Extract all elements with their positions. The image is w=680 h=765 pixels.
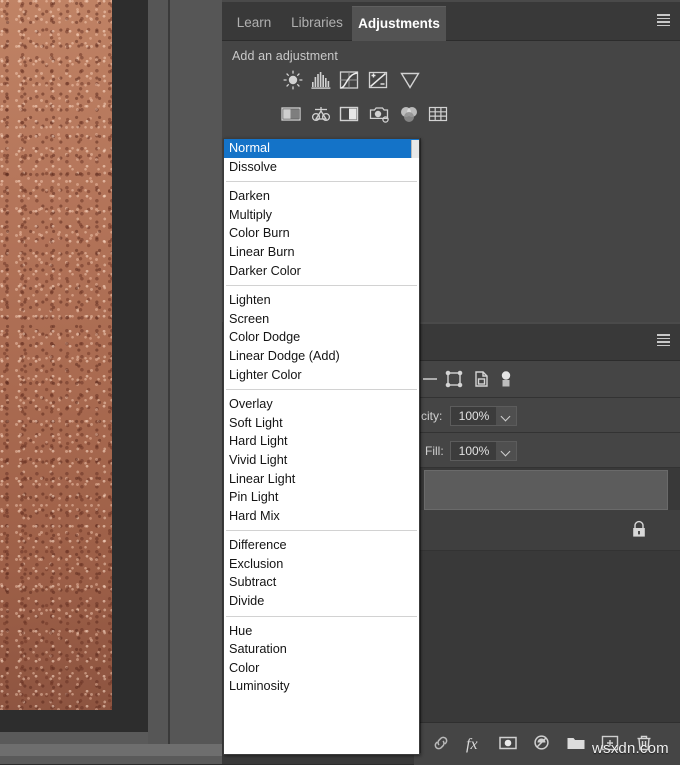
- blend-mode-option[interactable]: Hard Light: [224, 432, 419, 451]
- new-adjustment-layer-icon[interactable]: [530, 731, 554, 755]
- channel-mixer-icon[interactable]: [397, 102, 423, 126]
- table-row[interactable]: [424, 470, 668, 510]
- link-layers-icon[interactable]: [429, 731, 453, 755]
- blend-mode-option[interactable]: Difference: [224, 536, 419, 555]
- blend-mode-option[interactable]: Hue: [224, 622, 419, 641]
- blend-mode-option[interactable]: Pin Light: [224, 488, 419, 507]
- tab-learn[interactable]: Learn: [228, 6, 280, 40]
- blend-mode-option[interactable]: Linear Light: [224, 470, 419, 489]
- dropdown-scrollbar[interactable]: [411, 140, 419, 158]
- lock-image-pixels-icon[interactable]: [443, 368, 465, 390]
- left-panel-column-b: [170, 0, 222, 764]
- blend-mode-option[interactable]: Linear Dodge (Add): [224, 347, 419, 366]
- blend-mode-option[interactable]: Overlay: [224, 395, 419, 414]
- vibrance-icon[interactable]: [398, 68, 424, 92]
- add-layer-mask-icon[interactable]: [496, 731, 520, 755]
- blend-mode-separator: [226, 616, 417, 617]
- add-an-adjustment-label: Add an adjustment: [232, 49, 338, 63]
- canvas-image-terracotta-texture: [0, 0, 112, 710]
- layers-panel-menu-icon[interactable]: [654, 334, 670, 347]
- blend-mode-options[interactable]: NormalDissolveDarkenMultiplyColor BurnLi…: [224, 139, 419, 696]
- blend-mode-option[interactable]: Exclusion: [224, 555, 419, 574]
- tab-libraries[interactable]: Libraries: [284, 6, 350, 40]
- blend-mode-option[interactable]: Dissolve: [224, 158, 419, 177]
- lock-position-icon[interactable]: [470, 368, 492, 390]
- brightness-contrast-icon[interactable]: [281, 68, 307, 92]
- blend-mode-separator: [226, 530, 417, 531]
- fill-value-input[interactable]: 100%: [450, 441, 498, 461]
- color-balance-icon[interactable]: [309, 102, 335, 126]
- blend-mode-option[interactable]: Divide: [224, 592, 419, 611]
- blend-mode-dropdown-list[interactable]: NormalDissolveDarkenMultiplyColor BurnLi…: [223, 138, 420, 755]
- blend-mode-option[interactable]: Linear Burn: [224, 243, 419, 262]
- blend-mode-option[interactable]: Color Dodge: [224, 328, 419, 347]
- blend-mode-option[interactable]: Normal: [224, 139, 419, 158]
- blend-mode-separator: [226, 285, 417, 286]
- exposure-icon[interactable]: [366, 68, 392, 92]
- blend-mode-option[interactable]: Hard Mix: [224, 507, 419, 526]
- blend-mode-option[interactable]: Multiply: [224, 206, 419, 225]
- tab-adjustments[interactable]: Adjustments: [352, 6, 446, 41]
- blend-mode-option[interactable]: Darken: [224, 187, 419, 206]
- hue-saturation-icon[interactable]: [279, 102, 305, 126]
- document-canvas-area: [0, 0, 148, 744]
- curves-icon[interactable]: [337, 68, 363, 92]
- blend-mode-option[interactable]: Screen: [224, 310, 419, 329]
- layers-panel-tab-strip: [414, 324, 680, 361]
- layers-list-empty-area: [414, 551, 680, 722]
- left-panel-column-a: [148, 0, 168, 764]
- opacity-value-input[interactable]: 100%: [450, 406, 498, 426]
- blend-mode-option[interactable]: Luminosity: [224, 677, 419, 696]
- black-and-white-icon[interactable]: [337, 102, 363, 126]
- blend-mode-option[interactable]: Vivid Light: [224, 451, 419, 470]
- fill-label: Fill:: [425, 444, 444, 458]
- photo-filter-icon[interactable]: [367, 102, 393, 126]
- blend-mode-option[interactable]: Lighter Color: [224, 366, 419, 385]
- layer-style-fx-icon[interactable]: fx: [462, 731, 486, 755]
- tab-bar-top-highlight: [222, 0, 680, 2]
- blend-mode-option[interactable]: Lighten: [224, 291, 419, 310]
- blend-mode-option[interactable]: Soft Light: [224, 414, 419, 433]
- blend-mode-option[interactable]: Saturation: [224, 640, 419, 659]
- levels-icon[interactable]: [309, 68, 335, 92]
- new-group-icon[interactable]: [564, 731, 588, 755]
- lock-artboard-nesting-icon[interactable]: [495, 368, 517, 390]
- watermark: wsxdn.com: [592, 740, 669, 757]
- color-lookup-icon[interactable]: [426, 102, 452, 126]
- opacity-label: city:: [421, 409, 442, 423]
- canvas-bottom-strip: [0, 732, 160, 744]
- opacity-dropdown-arrow-icon[interactable]: [496, 406, 517, 426]
- blend-mode-option[interactable]: Darker Color: [224, 262, 419, 281]
- lock-transparent-pixels-icon[interactable]: [419, 368, 441, 390]
- adjustments-panel-menu-icon[interactable]: [654, 14, 670, 27]
- blend-mode-separator: [226, 181, 417, 182]
- fill-dropdown-arrow-icon[interactable]: [496, 441, 517, 461]
- layer-locked-icon: [630, 519, 648, 539]
- svg-text:fx: fx: [466, 736, 478, 753]
- window-bottom-edge-lower: [0, 756, 222, 764]
- blend-mode-separator: [226, 389, 417, 390]
- blend-mode-option[interactable]: Color Burn: [224, 224, 419, 243]
- canvas-gutter: [112, 0, 148, 732]
- blend-mode-option[interactable]: Color: [224, 659, 419, 678]
- blend-mode-option[interactable]: Subtract: [224, 573, 419, 592]
